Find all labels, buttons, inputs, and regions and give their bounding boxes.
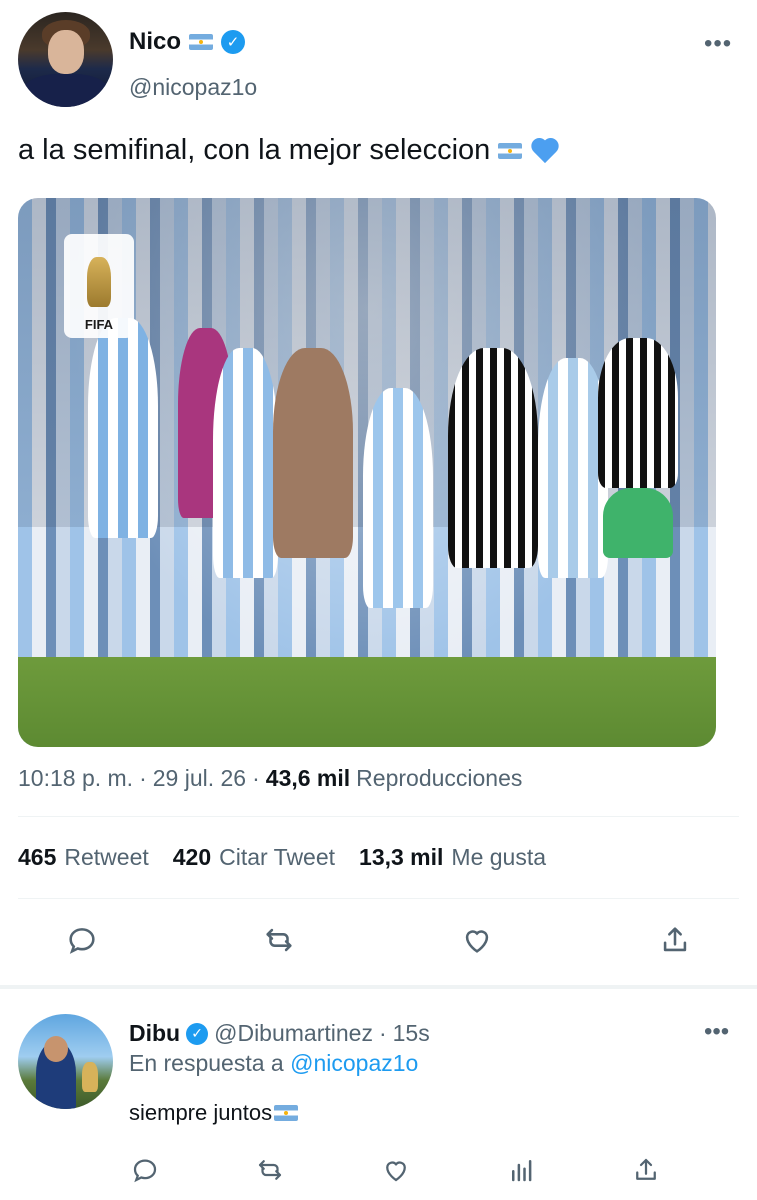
reply-button[interactable] (62, 920, 102, 960)
verified-badge-icon: ✓ (186, 1022, 209, 1045)
share-icon (663, 927, 687, 952)
quote-count: 420 (172, 844, 212, 870)
reply-reply-button[interactable] (125, 1150, 165, 1190)
fifa-logo-text: FIFA (84, 317, 114, 332)
share-button[interactable] (655, 920, 695, 960)
player-figure (213, 348, 278, 578)
verified-badge-icon: ✓ (221, 30, 246, 54)
retweet-icon (266, 928, 292, 952)
fifa-world-cup-logo: FIFA (64, 234, 134, 338)
retweet-stat[interactable]: 465 Retweet (18, 844, 149, 871)
in-reply-prefix: En respuesta a (129, 1050, 284, 1076)
analytics-icon (512, 1160, 532, 1182)
tweet-header: Nico ✓ @nicopaz1o ••• (0, 0, 757, 110)
pitch-grass (18, 657, 716, 747)
tweet-text-content: a la semifinal, con la mejor seleccion (18, 134, 491, 166)
views-count: 43,6 mil (265, 765, 351, 791)
retweet-label: Retweet (64, 844, 149, 870)
views-label[interactable]: Reproducciones (356, 765, 522, 792)
retweet-button[interactable] (259, 920, 299, 960)
more-options-button[interactable]: ••• (704, 30, 732, 58)
reply-text-content: siempre juntos (129, 1100, 273, 1125)
divider (18, 898, 739, 899)
divider (18, 816, 739, 817)
reply-mention-link[interactable]: @nicopaz1o (290, 1050, 418, 1076)
reply-avatar[interactable] (18, 1014, 113, 1109)
trophy-icon (87, 257, 111, 307)
tweet-time[interactable]: 10:18 p. m. (18, 765, 133, 792)
reply-handle[interactable]: @Dibumartinez (214, 1020, 373, 1047)
avatar[interactable] (18, 12, 113, 107)
in-reply-to: En respuesta a @nicopaz1o (129, 1050, 418, 1077)
reply-share-button[interactable] (626, 1150, 666, 1190)
reply-display-name[interactable]: Dibu (129, 1020, 180, 1047)
tweet-date[interactable]: 29 jul. 26 (153, 765, 246, 792)
reply-icon (133, 1159, 157, 1183)
player-figure (603, 488, 673, 558)
author-handle[interactable]: @nicopaz1o (129, 74, 257, 101)
reply-retweet-button[interactable] (250, 1150, 290, 1190)
reply-author-row: Dibu ✓ @Dibumartinez · 15s (129, 1020, 430, 1047)
player-figure (598, 338, 678, 488)
player-figure (448, 348, 538, 568)
reply-more-options-button[interactable]: ••• (704, 1018, 729, 1046)
tweet-text: a la semifinal, con la mejor seleccion (18, 134, 560, 167)
likes-stat[interactable]: 13,3 mil Me gusta (359, 844, 546, 871)
share-icon (636, 1158, 656, 1180)
like-icon (386, 1161, 406, 1182)
reply-text: siempre juntos (129, 1100, 299, 1126)
author-name-row: Nico ✓ (129, 28, 246, 56)
blue-heart-icon (530, 137, 560, 165)
argentina-flag-icon (274, 1105, 299, 1121)
tweet-meta: 10:18 p. m. · 29 jul. 26 · 43,6 mil Repr… (18, 765, 522, 792)
likes-label: Me gusta (451, 844, 547, 870)
argentina-flag-icon (189, 34, 214, 50)
separator: · (139, 765, 147, 791)
reply-tweet[interactable]: Dibu ✓ @Dibumartinez · 15s ••• En respue… (0, 990, 757, 1200)
reply-like-button[interactable] (376, 1150, 416, 1190)
reply-actions (0, 1150, 757, 1190)
argentina-flag-icon (498, 142, 523, 159)
tweet-media-image[interactable]: FIFA (18, 198, 716, 747)
separator: · (378, 1020, 387, 1046)
trophy-icon (82, 1062, 98, 1092)
tweet-stats: 465 Retweet 420 Citar Tweet 13,3 mil Me … (18, 844, 570, 871)
like-button[interactable] (457, 920, 497, 960)
player-figure (273, 348, 353, 558)
player-figure (363, 388, 433, 608)
player-figure (88, 318, 158, 538)
reply-time[interactable]: 15s (393, 1020, 430, 1047)
retweet-count: 465 (18, 844, 57, 870)
thread-separator (0, 985, 757, 989)
quote-tweet-stat[interactable]: 420 Citar Tweet (173, 844, 335, 871)
reply-icon (69, 928, 95, 954)
reply-analytics-button[interactable] (502, 1150, 542, 1190)
tweet-actions (0, 920, 757, 966)
likes-count: 13,3 mil (359, 844, 444, 870)
quote-label: Citar Tweet (219, 844, 336, 870)
like-icon (465, 930, 489, 953)
display-name[interactable]: Nico (129, 28, 181, 56)
separator: · (252, 765, 260, 791)
retweet-icon (258, 1160, 282, 1180)
